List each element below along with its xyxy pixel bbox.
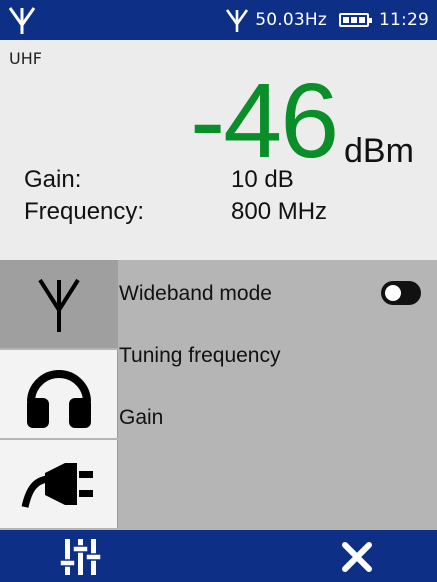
antenna-icon (38, 278, 80, 332)
wideband-mode-toggle[interactable] (381, 281, 421, 305)
mains-frequency: 50.03Hz (255, 10, 327, 30)
antenna-icon (8, 7, 36, 34)
close-icon[interactable] (340, 542, 374, 572)
bottom-bar (0, 530, 437, 582)
headphones-icon (26, 370, 91, 428)
battery-icon (339, 13, 372, 27)
status-bar: 50.03Hz 11:29 (0, 0, 437, 40)
power-plug-icon (21, 463, 93, 508)
gain-value: 10 dB (231, 166, 294, 193)
menu-wideband-mode[interactable]: Wideband mode (119, 282, 272, 306)
signal-level-unit: dBm (344, 132, 414, 170)
tab-headphones[interactable] (0, 350, 118, 438)
frequency-label: Frequency: (24, 198, 145, 225)
band-label: UHF (9, 49, 42, 68)
tab-antenna[interactable] (0, 260, 118, 348)
frequency-value: 800 MHz (231, 198, 328, 225)
menu-tuning-frequency[interactable]: Tuning frequency (119, 344, 281, 368)
menu-gain[interactable]: Gain (119, 406, 163, 430)
measurement-display: UHF -46 dBm Gain: 10 dB Frequency: 800 M… (0, 40, 437, 260)
settings-panel: Wideband mode Tuning frequency Gain (0, 260, 437, 530)
tab-power[interactable] (0, 440, 118, 528)
gain-label: Gain: (24, 166, 82, 193)
tab-column (0, 260, 118, 530)
signal-level-value: -46 (190, 62, 339, 180)
equalizer-icon[interactable] (59, 537, 103, 577)
status-indicators: 50.03Hz 11:29 (225, 0, 429, 40)
antenna-icon (226, 9, 249, 32)
clock: 11:29 (379, 10, 429, 30)
